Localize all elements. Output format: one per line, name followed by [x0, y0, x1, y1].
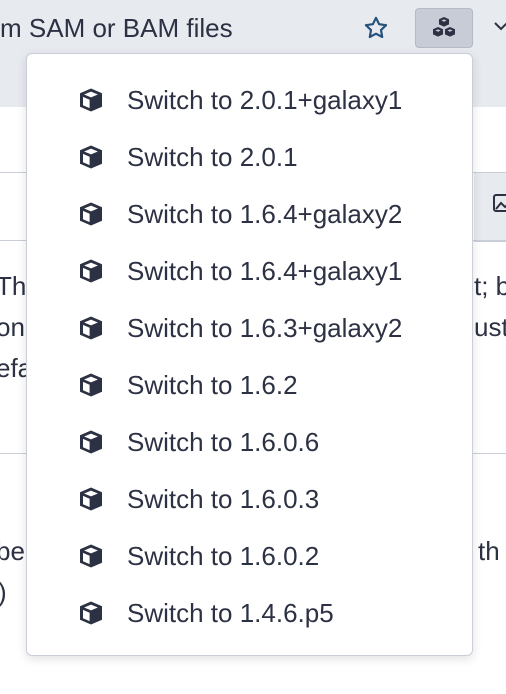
help-text-fragment: on — [0, 312, 25, 342]
cube-icon — [80, 487, 102, 510]
cube-icon — [80, 601, 102, 624]
cube-icon — [80, 316, 102, 339]
version-menu-item[interactable]: Switch to 1.6.0.3 — [27, 470, 472, 527]
version-menu-item[interactable]: Switch to 1.6.2 — [27, 356, 472, 413]
cube-icon — [80, 145, 102, 168]
cube-icon — [80, 259, 102, 282]
version-menu-item[interactable]: Switch to 2.0.1+galaxy1 — [27, 71, 472, 128]
chevron-down-icon — [494, 22, 506, 31]
help-text-fragment: th — [478, 536, 500, 566]
cube-icon — [80, 373, 102, 396]
cube-icon-wrapper — [77, 542, 105, 570]
cube-icon-wrapper — [77, 200, 105, 228]
tool-form-page: m SAM or BAM files The t; b on ust efa b… — [0, 0, 506, 694]
help-text-fragment: ) — [0, 572, 7, 612]
version-menu-item[interactable]: Switch to 1.6.4+galaxy2 — [27, 185, 472, 242]
version-menu-item-label: Switch to 1.6.0.6 — [127, 426, 320, 457]
cube-icon-wrapper — [77, 86, 105, 114]
help-text-fragment: ust — [474, 312, 506, 342]
version-menu-item-label: Switch to 1.6.4+galaxy2 — [127, 198, 403, 229]
cube-icon-wrapper — [77, 599, 105, 627]
tool-options-caret[interactable] — [494, 14, 506, 38]
cube-icon — [80, 88, 102, 111]
cube-icon — [80, 202, 102, 225]
star-outline-icon — [364, 16, 388, 39]
tool-versions-button[interactable] — [415, 8, 473, 48]
version-menu-item-label: Switch to 1.4.6.p5 — [127, 597, 334, 628]
cube-icon-wrapper — [77, 257, 105, 285]
tool-versions-dropdown: Switch to 2.0.1+galaxy1 Switch to 2.0.1 Sw… — [26, 53, 473, 656]
version-menu-item-label: Switch to 1.6.2 — [127, 369, 298, 400]
version-menu-item[interactable]: Switch to 1.4.6.p5 — [27, 584, 472, 641]
version-menu-item[interactable]: Switch to 1.6.4+galaxy1 — [27, 242, 472, 299]
version-menu-item[interactable]: Switch to 1.6.0.6 — [27, 413, 472, 470]
version-menu-item-label: Switch to 2.0.1+galaxy1 — [127, 84, 403, 115]
cube-icon-wrapper — [77, 428, 105, 456]
cube-icon — [80, 430, 102, 453]
version-menu-item-label: Switch to 2.0.1 — [127, 141, 298, 172]
version-menu-item[interactable]: Switch to 1.6.3+galaxy2 — [27, 299, 472, 356]
version-menu-item-label: Switch to 1.6.0.3 — [127, 483, 320, 514]
help-text-fragment: t; b — [474, 271, 506, 301]
cube-icon-wrapper — [77, 371, 105, 399]
favorite-button[interactable] — [356, 8, 396, 48]
version-menu-item-label: Switch to 1.6.4+galaxy1 — [127, 255, 403, 286]
version-menu-item-label: Switch to 1.6.3+galaxy2 — [127, 312, 403, 343]
versions-list: Switch to 2.0.1+galaxy1 Switch to 2.0.1 Sw… — [27, 54, 472, 641]
cubes-icon — [433, 17, 455, 37]
cube-icon-wrapper — [77, 485, 105, 513]
help-text-fragment: be — [0, 536, 25, 566]
tool-title: m SAM or BAM files — [0, 13, 233, 43]
image-icon — [493, 194, 506, 212]
version-menu-item[interactable]: Switch to 1.6.0.2 — [27, 527, 472, 584]
cube-icon — [80, 544, 102, 567]
version-menu-item-label: Switch to 1.6.0.2 — [127, 540, 320, 571]
cube-icon-wrapper — [77, 314, 105, 342]
version-menu-item[interactable]: Switch to 2.0.1 — [27, 128, 472, 185]
cube-icon-wrapper — [77, 143, 105, 171]
